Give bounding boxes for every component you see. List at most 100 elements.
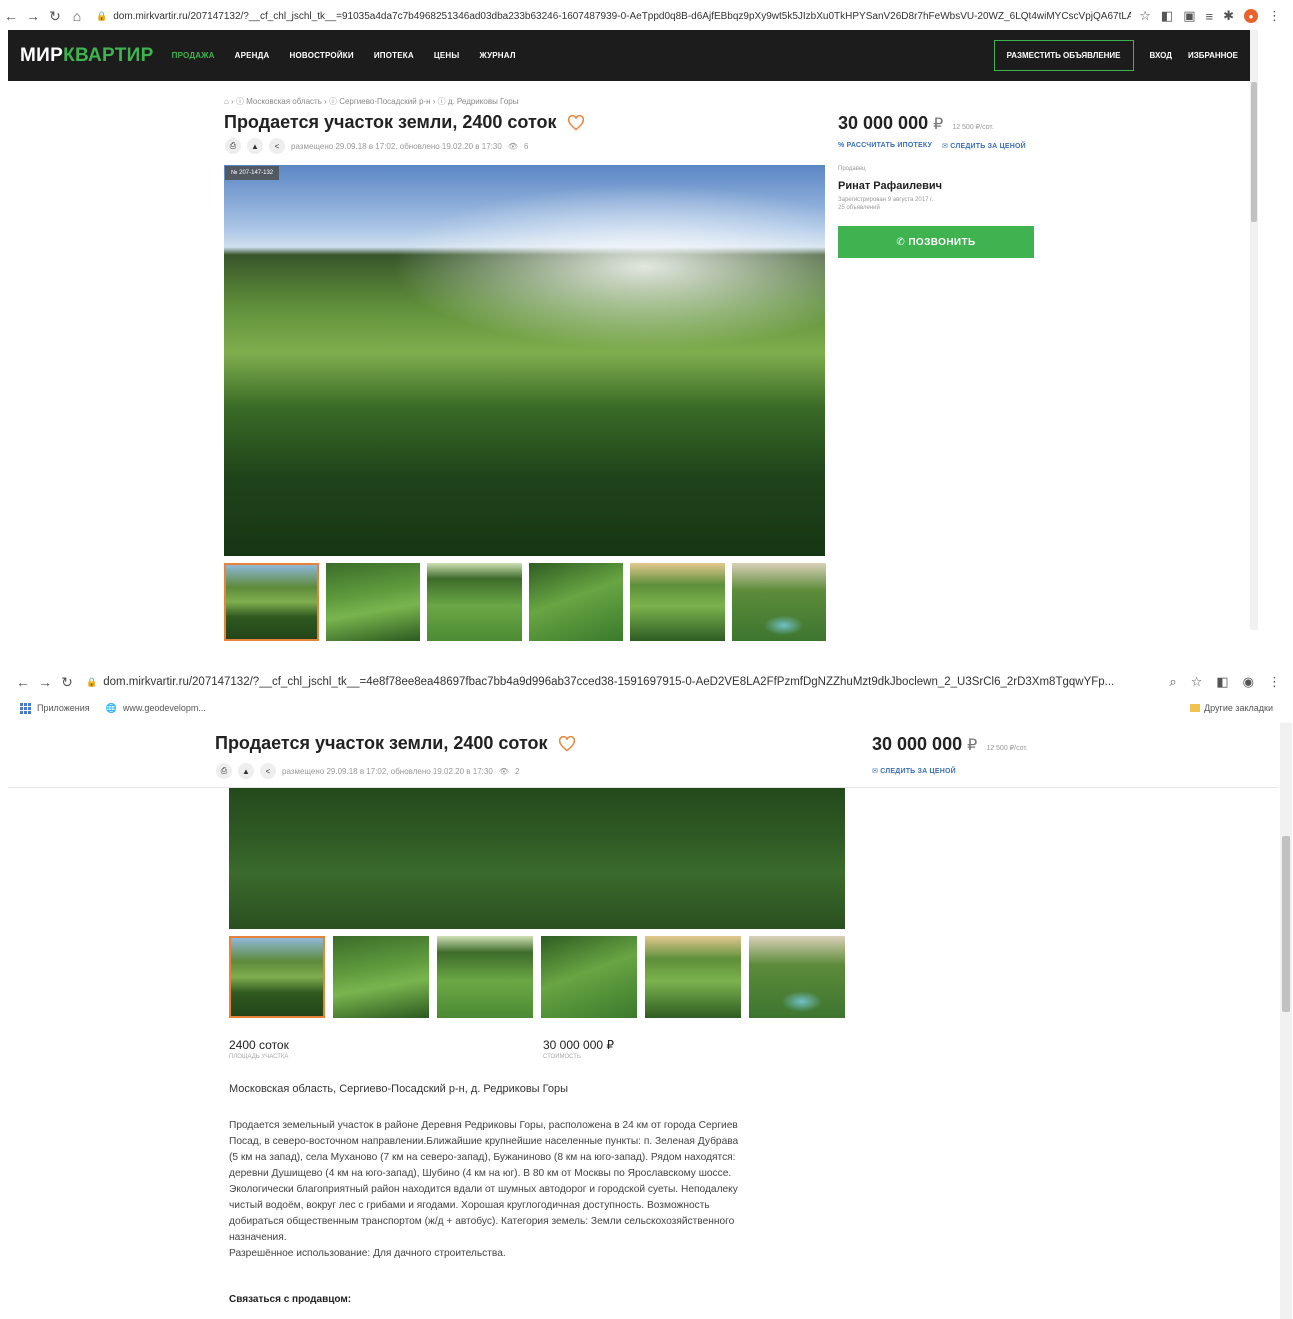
nav-new-buildings[interactable]: НОВОСТРОЙКИ <box>290 51 354 60</box>
scrollbar-thumb[interactable] <box>1282 836 1290 1012</box>
favorites-link[interactable]: ИЗБРАННОЕ <box>1188 51 1238 60</box>
seller-label: Продавец <box>838 166 866 172</box>
browser-toolbar-bottom: ← → ↻ 🔒 dom.mirkvartir.ru/207147132/?__c… <box>0 668 1293 696</box>
posted-date: размещено 29.09.18 в 17:02, обновлено 19… <box>291 141 502 151</box>
follow-price-link[interactable]: ✉ СЛЕДИТЬ ЗА ЦЕНОЙ <box>942 142 1026 150</box>
thumbnail[interactable] <box>528 563 624 641</box>
reload-icon[interactable]: ↻ <box>44 8 66 25</box>
login-link[interactable]: ВХОД <box>1150 51 1172 60</box>
thumbnail[interactable] <box>541 936 637 1018</box>
extension-icon[interactable]: ▣ <box>1183 8 1195 24</box>
view-count: 6 <box>523 141 529 151</box>
extension-icon[interactable]: ◧ <box>1216 674 1228 690</box>
listing-meta: ⎙ ▲ < размещено 29.09.18 в 17:02, обновл… <box>225 138 528 154</box>
thumbnail[interactable] <box>437 936 533 1018</box>
nav-rent[interactable]: АРЕНДА <box>235 51 270 60</box>
extension-icon[interactable]: ◧ <box>1161 8 1173 24</box>
thumbnail[interactable] <box>325 563 421 641</box>
thumbnail-strip-bottom <box>229 936 846 1018</box>
print-icon[interactable]: ⎙ <box>225 138 241 154</box>
bookmark-star-icon[interactable]: ☆ <box>1191 674 1203 690</box>
bookmark-other[interactable]: Другие закладки <box>1204 703 1273 713</box>
puzzle-icon[interactable]: ✱ <box>1223 8 1234 24</box>
bookmark-site[interactable]: www.geodevelopm... <box>123 703 206 713</box>
thumbnail[interactable] <box>224 563 319 641</box>
sticky-listing-header <box>8 723 1278 788</box>
seller-info: Зарегистрирован 9 августа 2017 г. 25 объ… <box>838 197 934 211</box>
heart-icon[interactable] <box>558 735 576 752</box>
address-bar[interactable]: 🔒 dom.mirkvartir.ru/207147132/?__cf_chl_… <box>96 6 1131 26</box>
menu-icon[interactable]: ⋮ <box>1268 674 1281 690</box>
nav-journal[interactable]: ЖУРНАЛ <box>479 51 515 60</box>
heart-icon[interactable] <box>567 114 585 131</box>
thumbnail-strip-top <box>224 563 827 641</box>
nav-mortgage[interactable]: ИПОТЕКА <box>374 51 414 60</box>
thumbnail[interactable] <box>333 936 429 1018</box>
address-bar[interactable]: 🔒 dom.mirkvartir.ru/207147132/?__cf_chl_… <box>86 672 1161 692</box>
breadcrumb[interactable]: ⌂ › ⓘ Московская область › ⓘ Сергиево-По… <box>224 96 519 107</box>
site-logo[interactable]: МИРКВАРТИР <box>20 45 154 67</box>
scrollbar-thumb[interactable] <box>1251 82 1257 222</box>
home-icon[interactable]: ⌂ <box>66 8 88 24</box>
calc-mortgage-link[interactable]: % РАССЧИТАТЬ ИПОТЕКУ <box>838 142 932 150</box>
lock-icon: 🔒 <box>96 10 108 21</box>
post-ad-button[interactable]: РАЗМЕСТИТЬ ОБЪЯВЛЕНИЕ <box>993 40 1134 71</box>
apps-icon <box>20 702 31 714</box>
bookmarks-bar: Приложения 🌐 www.geodevelopm... Другие з… <box>0 698 1293 718</box>
lock-icon: 🔒 <box>86 676 98 687</box>
extension-icon[interactable]: ≡ <box>1206 9 1214 24</box>
globe-icon: 🌐 <box>105 702 117 713</box>
print-icon[interactable]: ⎙ <box>216 763 232 779</box>
bookmark-star-icon[interactable]: ☆ <box>1139 8 1151 24</box>
posted-date: размещено 29.09.18 в 17:02, обновлено 19… <box>282 766 493 776</box>
bookmark-apps[interactable]: Приложения <box>37 703 90 713</box>
price: 30 000 000 ₽ 12 500 ₽/сот. <box>838 113 994 133</box>
main-photo[interactable] <box>229 788 845 929</box>
warning-icon[interactable]: ▲ <box>247 138 263 154</box>
warning-icon[interactable]: ▲ <box>238 763 254 779</box>
folder-icon <box>1190 704 1201 712</box>
forward-icon[interactable]: → <box>22 8 44 24</box>
share-icon[interactable]: < <box>269 138 285 154</box>
listing-title: Продается участок земли, 2400 соток <box>224 112 585 133</box>
nav-sale[interactable]: ПРОДАЖА <box>172 51 215 60</box>
thumbnail[interactable] <box>749 936 845 1018</box>
sticky-price: 30 000 000 ₽ 12 500 ₽/сот. <box>872 734 1028 754</box>
scrollbar-track[interactable] <box>1280 723 1292 1319</box>
sticky-title: Продается участок земли, 2400 соток <box>215 733 576 754</box>
eye-icon: 👁 <box>507 141 518 151</box>
account-icon[interactable]: ◉ <box>1243 674 1254 690</box>
seller-name[interactable]: Ринат Рафаилевич <box>838 180 942 192</box>
share-icon[interactable]: < <box>260 763 276 779</box>
thumbnail[interactable] <box>630 563 725 641</box>
thumbnail[interactable] <box>229 936 325 1018</box>
browser-toolbar-top: ← → ↻ ⌂ 🔒 dom.mirkvartir.ru/207147132/?_… <box>0 4 1293 28</box>
site-header: МИРКВАРТИР ПРОДАЖА АРЕНДА НОВОСТРОЙКИ ИП… <box>8 30 1250 81</box>
sticky-meta: ⎙ ▲ < размещено 29.09.18 в 17:02, обновл… <box>216 763 519 779</box>
profile-icon[interactable]: ● <box>1244 9 1258 23</box>
menu-icon[interactable]: ⋮ <box>1268 8 1281 24</box>
address: Московская область, Сергиево-Посадский р… <box>229 1083 569 1095</box>
zoom-icon[interactable]: ⌕ <box>1169 674 1176 690</box>
back-icon[interactable]: ← <box>0 8 22 24</box>
nav-prices[interactable]: ЦЕНЫ <box>434 51 460 60</box>
sticky-links: ✉ СЛЕДИТЬ ЗА ЦЕНОЙ <box>872 767 956 775</box>
thumbnail[interactable] <box>731 563 827 641</box>
forward-icon[interactable]: → <box>34 674 56 690</box>
spec-cost: 30 000 000 ₽ СТОИМОСТЬ <box>543 1038 615 1060</box>
url-text: dom.mirkvartir.ru/207147132/?__cf_chl_js… <box>103 676 1115 688</box>
photo-id-badge: № 207-147-132 <box>225 166 280 180</box>
spec-area: 2400 соток ПЛОЩАДЬ УЧАСТКА <box>229 1038 289 1060</box>
follow-price-link[interactable]: ✉ СЛЕДИТЬ ЗА ЦЕНОЙ <box>872 767 956 775</box>
back-icon[interactable]: ← <box>12 674 34 690</box>
url-text: dom.mirkvartir.ru/207147132/?__cf_chl_js… <box>113 10 1132 22</box>
contact-heading: Связаться с продавцом: <box>229 1294 352 1305</box>
thumbnail[interactable] <box>427 563 522 641</box>
reload-icon[interactable]: ↻ <box>56 674 78 691</box>
eye-icon: 👁 <box>498 766 509 776</box>
view-count: 2 <box>514 766 520 776</box>
thumbnail[interactable] <box>645 936 741 1018</box>
main-photo[interactable] <box>224 165 825 556</box>
price-links: % РАССЧИТАТЬ ИПОТЕКУ ✉ СЛЕДИТЬ ЗА ЦЕНОЙ <box>838 142 1026 150</box>
call-button[interactable]: ✆ ПОЗВОНИТЬ <box>838 226 1034 258</box>
